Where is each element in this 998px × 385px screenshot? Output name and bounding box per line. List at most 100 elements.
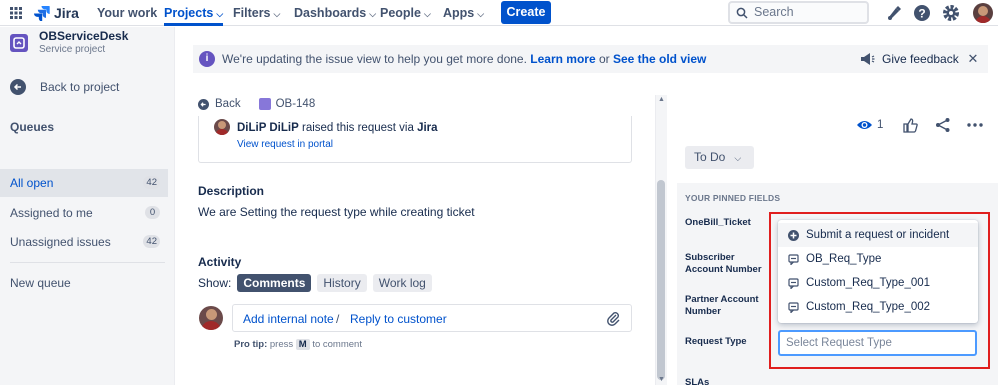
vote-button[interactable] [903, 116, 918, 134]
pro-tip-suffix: to comment [312, 339, 362, 350]
search-placeholder: Search [754, 5, 794, 19]
chevron-down-icon: ⌵ [424, 9, 431, 19]
queue-count-badge: 0 [145, 206, 160, 219]
info-icon: i [199, 51, 215, 67]
issue-key-link[interactable]: OB-148 [258, 98, 316, 110]
back-label: Back [215, 98, 241, 110]
nav-dashboards-label: Dashboards [294, 6, 367, 20]
view-portal-link[interactable]: View request in portal [237, 139, 333, 150]
project-icon [13, 37, 25, 49]
watch-button[interactable]: 1 [856, 116, 883, 134]
give-feedback-button[interactable]: Give feedback [859, 52, 959, 66]
tab-work-log[interactable]: Work log [372, 274, 432, 292]
field-label-onebill-ticket: OneBill_Ticket [685, 217, 751, 228]
close-icon[interactable]: ✕ [964, 50, 982, 68]
option-label: OB_Req_Type [806, 253, 882, 265]
banner-or: or [598, 52, 610, 66]
request-type-option[interactable]: Custom_Req_Type_001 [778, 271, 978, 295]
description-text[interactable]: We are Setting the request type while cr… [198, 205, 475, 219]
learn-more-link[interactable]: Learn more [530, 52, 595, 66]
queue-unassigned-issues[interactable]: Unassigned issues 42 [0, 228, 168, 256]
raised-text: raised this request via [301, 122, 414, 134]
status-label: To Do [694, 150, 726, 164]
breadcrumb: Back OB-148 [198, 98, 315, 110]
nav-projects[interactable]: Projects ⌵ [164, 0, 224, 26]
comment-editor[interactable]: Add internal note / Reply to customer [232, 304, 632, 332]
add-internal-note-button[interactable]: Add internal note [243, 312, 334, 326]
queue-assigned-to-me[interactable]: Assigned to me 0 [0, 199, 168, 227]
issue-key: OB-148 [275, 98, 316, 110]
nav-people-label: People [380, 6, 421, 20]
nav-apps-label: Apps [443, 6, 475, 20]
jira-logo[interactable]: Jira [34, 4, 79, 22]
nav-dashboards[interactable]: Dashboards ⌵ [294, 0, 376, 26]
settings-gear-icon[interactable] [941, 3, 961, 23]
project-avatar [10, 34, 28, 52]
chevron-down-icon: ⌵ [734, 153, 742, 163]
show-label: Show: [198, 276, 232, 290]
request-type-option[interactable]: OB_Req_Type [778, 247, 978, 271]
create-button[interactable]: Create [501, 1, 551, 24]
channel-name: Jira [417, 122, 438, 134]
request-type-option[interactable]: Submit a request or incident [778, 223, 978, 247]
tab-history[interactable]: History [317, 274, 367, 292]
user-avatar[interactable] [973, 3, 993, 23]
separator-slash: / [336, 312, 340, 326]
field-label-subscriber-account-number: Subscriber Account Number [685, 252, 762, 275]
notifications-icon[interactable] [884, 3, 904, 23]
new-queue-link[interactable]: New queue [10, 276, 71, 290]
pro-tip-label: Pro tip: [234, 339, 268, 350]
megaphone-icon [861, 53, 875, 65]
request-type-icon [788, 253, 799, 265]
request-type-select[interactable] [778, 330, 977, 356]
scroll-down-arrow-icon[interactable]: ▼ [658, 376, 665, 383]
project-name[interactable]: OBServiceDesk [39, 29, 128, 43]
field-label-request-type: Request Type [685, 336, 747, 347]
request-type-input[interactable] [780, 332, 975, 354]
queues-heading: Queues [10, 120, 55, 134]
reporter-name[interactable]: DiLiP DiLiP [237, 122, 299, 134]
activity-heading: Activity [198, 255, 242, 269]
slas-heading: SLAs [685, 377, 710, 385]
sidebar-divider [10, 262, 165, 263]
avatar-face [978, 6, 988, 16]
request-type-option[interactable]: Custom_Req_Type_002 [778, 295, 978, 319]
queue-label: Assigned to me [10, 206, 93, 220]
nav-your-work[interactable]: Your work [97, 0, 157, 26]
reporter-avatar [214, 119, 230, 135]
logo-text: Jira [54, 5, 79, 21]
share-button[interactable] [935, 116, 951, 134]
nav-apps[interactable]: Apps ⌵ [443, 0, 484, 26]
thumbs-up-icon [903, 117, 918, 133]
svg-text:?: ? [918, 7, 925, 21]
status-dropdown[interactable]: To Do ⌵ [685, 146, 754, 169]
nav-filters[interactable]: Filters ⌵ [233, 0, 280, 26]
nav-projects-label: Projects [164, 6, 214, 20]
scroll-up-arrow-icon[interactable]: ▲ [658, 96, 665, 103]
avatar-face [206, 309, 217, 320]
attachment-icon[interactable] [605, 310, 621, 326]
search-input[interactable]: Search [728, 1, 869, 24]
help-icon[interactable]: ? [912, 3, 932, 23]
see-old-view-link[interactable]: See the old view [613, 52, 706, 66]
back-arrow-icon [10, 79, 26, 95]
back-to-project-link[interactable]: Back to project [10, 79, 119, 95]
request-type-icon [788, 301, 799, 313]
app-switcher-icon[interactable] [8, 5, 24, 21]
back-link[interactable]: Back [198, 98, 241, 110]
eye-icon [857, 121, 872, 129]
request-type-icon [788, 277, 799, 289]
queue-all-open[interactable]: All open 42 [0, 169, 168, 197]
more-actions-button[interactable] [967, 116, 983, 134]
option-label: Custom_Req_Type_002 [806, 301, 931, 313]
banner-message: We're updating the issue view to help yo… [222, 52, 706, 66]
reply-to-customer-button[interactable]: Reply to customer [350, 312, 447, 326]
chevron-down-icon: ⌵ [369, 9, 377, 19]
give-feedback-label: Give feedback [882, 52, 959, 66]
nav-your-work-label: Your work [97, 6, 158, 20]
nav-people[interactable]: People ⌵ [380, 0, 431, 26]
tab-comments[interactable]: Comments [237, 274, 312, 292]
keyboard-shortcut-key: M [295, 339, 310, 350]
chevron-down-icon: ⌵ [273, 9, 281, 19]
scrollbar-thumb[interactable] [657, 180, 665, 380]
